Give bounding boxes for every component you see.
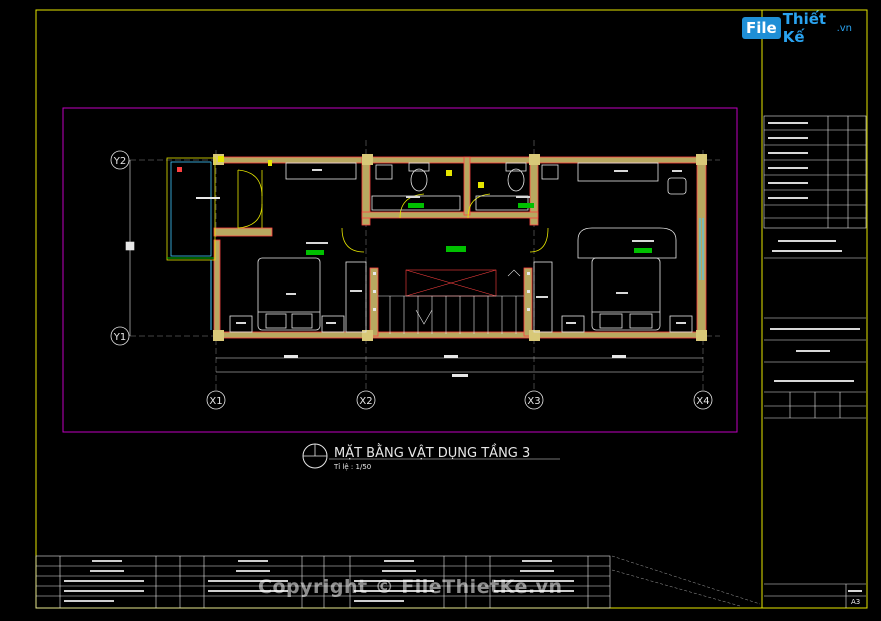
room-tags (306, 203, 652, 255)
wardrobe-left (285, 162, 367, 333)
logo-tld: .vn (836, 22, 852, 34)
nightstands-right (533, 261, 693, 333)
sheet-frame (35, 9, 868, 609)
doors (237, 169, 549, 253)
svg-text:X3: X3 (527, 396, 540, 407)
cad-drawing: A3 X1 X2 X3 X4 Y2 Y1 MẶT BẰNG VẬT DỤNG T… (35, 9, 868, 609)
wardrobe-right (577, 162, 687, 195)
grid-bubble-y2: Y2 (110, 150, 130, 170)
copyright-watermark: Copyright © FileThietKe.vn (258, 576, 563, 598)
dimension-left (125, 160, 135, 336)
logo-name: Thiết Kế (782, 10, 827, 46)
grid-bubble-x4: X4 (693, 390, 713, 410)
svg-text:X2: X2 (359, 396, 372, 407)
wc-right (475, 162, 559, 211)
stair (378, 269, 524, 334)
bed-right (577, 227, 677, 331)
sheet-size: A3 (851, 598, 860, 606)
grid-bubble-x1: X1 (206, 390, 226, 410)
balcony (166, 157, 220, 261)
grid-bubble-x2: X2 (356, 390, 376, 410)
svg-text:Y2: Y2 (113, 156, 126, 167)
svg-text:X4: X4 (696, 396, 709, 407)
logo-brand: File (742, 17, 781, 39)
grid-bubble-x3: X3 (524, 390, 544, 410)
svg-text:Y1: Y1 (113, 332, 126, 343)
grid-bubble-y1: Y1 (110, 326, 130, 346)
dimension-bottom (216, 357, 703, 373)
plan-scale: Tỉ lệ : 1/50 (333, 463, 371, 471)
stair-section-hint (611, 555, 761, 607)
svg-text:X1: X1 (209, 396, 222, 407)
windows (210, 218, 704, 330)
filethietke-logo: File Thiết Kế .vn (742, 10, 852, 46)
title-block (763, 115, 867, 608)
stair-markers (373, 272, 530, 311)
plan-title: MẶT BẰNG VẬT DỤNG TẦNG 3 (334, 444, 530, 461)
